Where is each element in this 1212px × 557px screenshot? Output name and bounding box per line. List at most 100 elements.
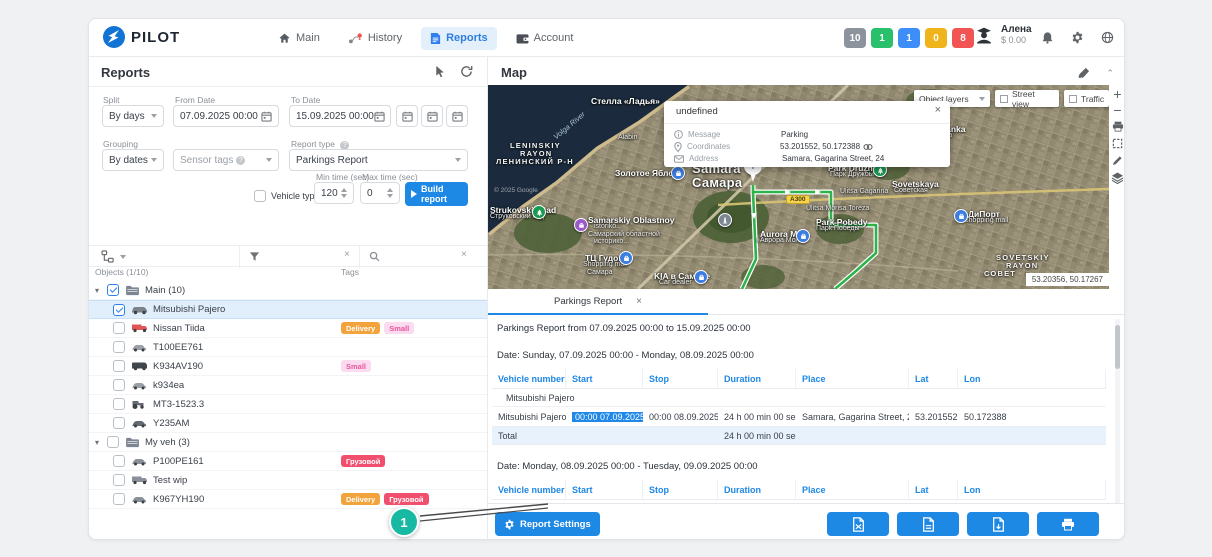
column-header[interactable]: Start — [566, 369, 643, 388]
report-type-select[interactable]: Parkings Report — [289, 149, 468, 171]
row-checkbox[interactable] — [107, 436, 119, 448]
tree-group-row[interactable]: ▾My veh (3) — [89, 433, 487, 452]
area-select-button[interactable] — [1112, 138, 1123, 149]
counter-badge-3[interactable]: 0 — [925, 28, 947, 48]
layers-button[interactable] — [1111, 172, 1124, 184]
poi-marker-museum[interactable] — [574, 218, 588, 232]
column-header[interactable]: Lon — [958, 480, 1106, 499]
tree-vehicle-row[interactable]: k934ea — [89, 376, 487, 395]
row-checkbox[interactable] — [113, 417, 125, 429]
max-time-input[interactable]: 0 — [360, 182, 400, 204]
table-row[interactable]: Mitsubishi Pajero00:00 07.09.202500:00 0… — [492, 407, 1106, 427]
tree-vehicle-row[interactable]: K967YH190DeliveryГрузовой — [89, 490, 487, 509]
row-checkbox[interactable] — [113, 360, 125, 372]
tree-select-button[interactable] — [101, 250, 126, 263]
search-clear-icon[interactable]: × — [461, 249, 467, 260]
column-header[interactable]: Duration — [718, 369, 796, 388]
counter-badge-2[interactable]: 1 — [898, 28, 920, 48]
tree-group-row[interactable]: ▾Main (10) — [89, 281, 487, 300]
close-tab-icon[interactable]: × — [636, 296, 642, 307]
column-header[interactable]: Lat — [909, 480, 958, 499]
tree-vehicle-row[interactable]: Nissan TiidaDeliverySmall — [89, 319, 487, 338]
column-header[interactable]: Duration — [718, 480, 796, 499]
column-header[interactable]: Stop — [643, 369, 718, 388]
row-checkbox[interactable] — [113, 493, 125, 505]
filter-funnel-icon[interactable] — [249, 251, 260, 262]
build-report-button[interactable]: Build report — [405, 182, 468, 206]
column-header[interactable]: Vehicle number — [492, 369, 566, 388]
row-checkbox[interactable] — [113, 398, 125, 410]
sensor-tags-select[interactable]: Sensor tags? — [173, 149, 279, 171]
export-xls-button[interactable] — [827, 512, 889, 536]
poi-marker-mall[interactable] — [619, 251, 633, 265]
counter-badge-1[interactable]: 1 — [871, 28, 893, 48]
link-icon[interactable] — [863, 143, 873, 151]
zoom-out-button[interactable]: − — [1113, 105, 1121, 115]
nav-item-history[interactable]: History — [339, 27, 411, 50]
street-view-checkbox[interactable] — [1000, 95, 1008, 103]
chevron-down-icon[interactable]: ▾ — [95, 286, 99, 295]
nav-item-main[interactable]: Main — [269, 27, 329, 50]
tree-vehicle-row[interactable]: Mitsubishi Pajero — [89, 300, 487, 319]
poi-marker-mall[interactable] — [954, 209, 968, 223]
date-preset-yesterday-button[interactable] — [421, 105, 443, 127]
row-checkbox[interactable] — [113, 474, 125, 486]
search-icon[interactable] — [369, 251, 380, 262]
counter-badge-0[interactable]: 10 — [844, 28, 866, 48]
user-account[interactable]: Алена $ 0.00 — [973, 24, 1032, 45]
tree-vehicle-row[interactable]: K934AV190Small — [89, 357, 487, 376]
report-settings-button[interactable]: Report Settings — [495, 512, 600, 536]
column-header[interactable]: Stop — [643, 480, 718, 499]
poi-marker-mall[interactable] — [671, 166, 685, 180]
collapse-map-icon[interactable]: ⌃ — [1106, 68, 1114, 79]
date-preset-today-button[interactable] — [396, 105, 418, 127]
scrollbar-thumb[interactable] — [1115, 325, 1120, 369]
column-header[interactable]: Lat — [909, 369, 958, 388]
column-header[interactable]: Start — [566, 480, 643, 499]
street-view-toggle[interactable]: Street view — [995, 90, 1059, 107]
to-date-input[interactable]: 15.09.2025 00:00 — [289, 105, 391, 127]
nav-item-account[interactable]: Account — [507, 27, 583, 49]
chevron-down-icon[interactable]: ▾ — [95, 438, 99, 447]
poi-marker-monument[interactable] — [718, 213, 732, 227]
pointer-icon[interactable] — [434, 65, 446, 78]
row-checkbox[interactable] — [107, 284, 119, 296]
gear-icon[interactable] — [1071, 31, 1084, 44]
print-map-button[interactable] — [1112, 121, 1124, 132]
clear-route-brush-icon[interactable] — [1077, 67, 1090, 80]
row-checkbox[interactable] — [113, 322, 125, 334]
export-pdf-button[interactable] — [967, 512, 1029, 536]
vehicle-type-checkbox[interactable] — [254, 190, 266, 202]
row-checkbox[interactable] — [113, 304, 125, 316]
column-header[interactable]: Lon — [958, 369, 1106, 388]
globe-icon[interactable] — [1101, 31, 1114, 44]
tree-vehicle-row[interactable]: Y235AM — [89, 414, 487, 433]
min-time-input[interactable]: 120 — [314, 182, 354, 204]
column-header[interactable]: Place — [796, 369, 909, 388]
column-header[interactable]: Vehicle number — [492, 480, 566, 499]
poi-marker-mall[interactable] — [796, 229, 810, 243]
poi-marker-mall[interactable] — [694, 270, 708, 284]
grouping-select[interactable]: By dates — [102, 149, 164, 171]
tab-parkings-report[interactable]: Parkings Report× — [488, 289, 708, 315]
tree-vehicle-row[interactable]: P100PE161Грузовой — [89, 452, 487, 471]
tree-vehicle-row[interactable]: Test wip — [89, 471, 487, 490]
nav-item-reports[interactable]: Reports — [421, 27, 497, 50]
refresh-icon[interactable] — [460, 65, 473, 78]
row-checkbox[interactable] — [113, 455, 125, 467]
map-canvas[interactable]: Стелла «Ладья»Volga RiverLENINSKIYRAYONЛ… — [488, 85, 1109, 289]
row-checkbox[interactable] — [113, 341, 125, 353]
date-preset-week-button[interactable] — [446, 105, 468, 127]
traffic-checkbox[interactable] — [1069, 95, 1077, 103]
zoom-in-button[interactable]: + — [1113, 89, 1121, 99]
poi-marker-park[interactable] — [532, 205, 546, 219]
measure-pencil-button[interactable] — [1112, 155, 1123, 166]
filter-clear-icon[interactable]: × — [344, 249, 350, 260]
split-select[interactable]: By days — [102, 105, 164, 127]
from-date-input[interactable]: 07.09.2025 00:00 — [173, 105, 279, 127]
export-csv-button[interactable] — [897, 512, 959, 536]
counter-badge-4[interactable]: 8 — [952, 28, 974, 48]
row-checkbox[interactable] — [113, 379, 125, 391]
column-header[interactable]: Place — [796, 480, 909, 499]
popup-close-icon[interactable]: × — [935, 104, 941, 116]
